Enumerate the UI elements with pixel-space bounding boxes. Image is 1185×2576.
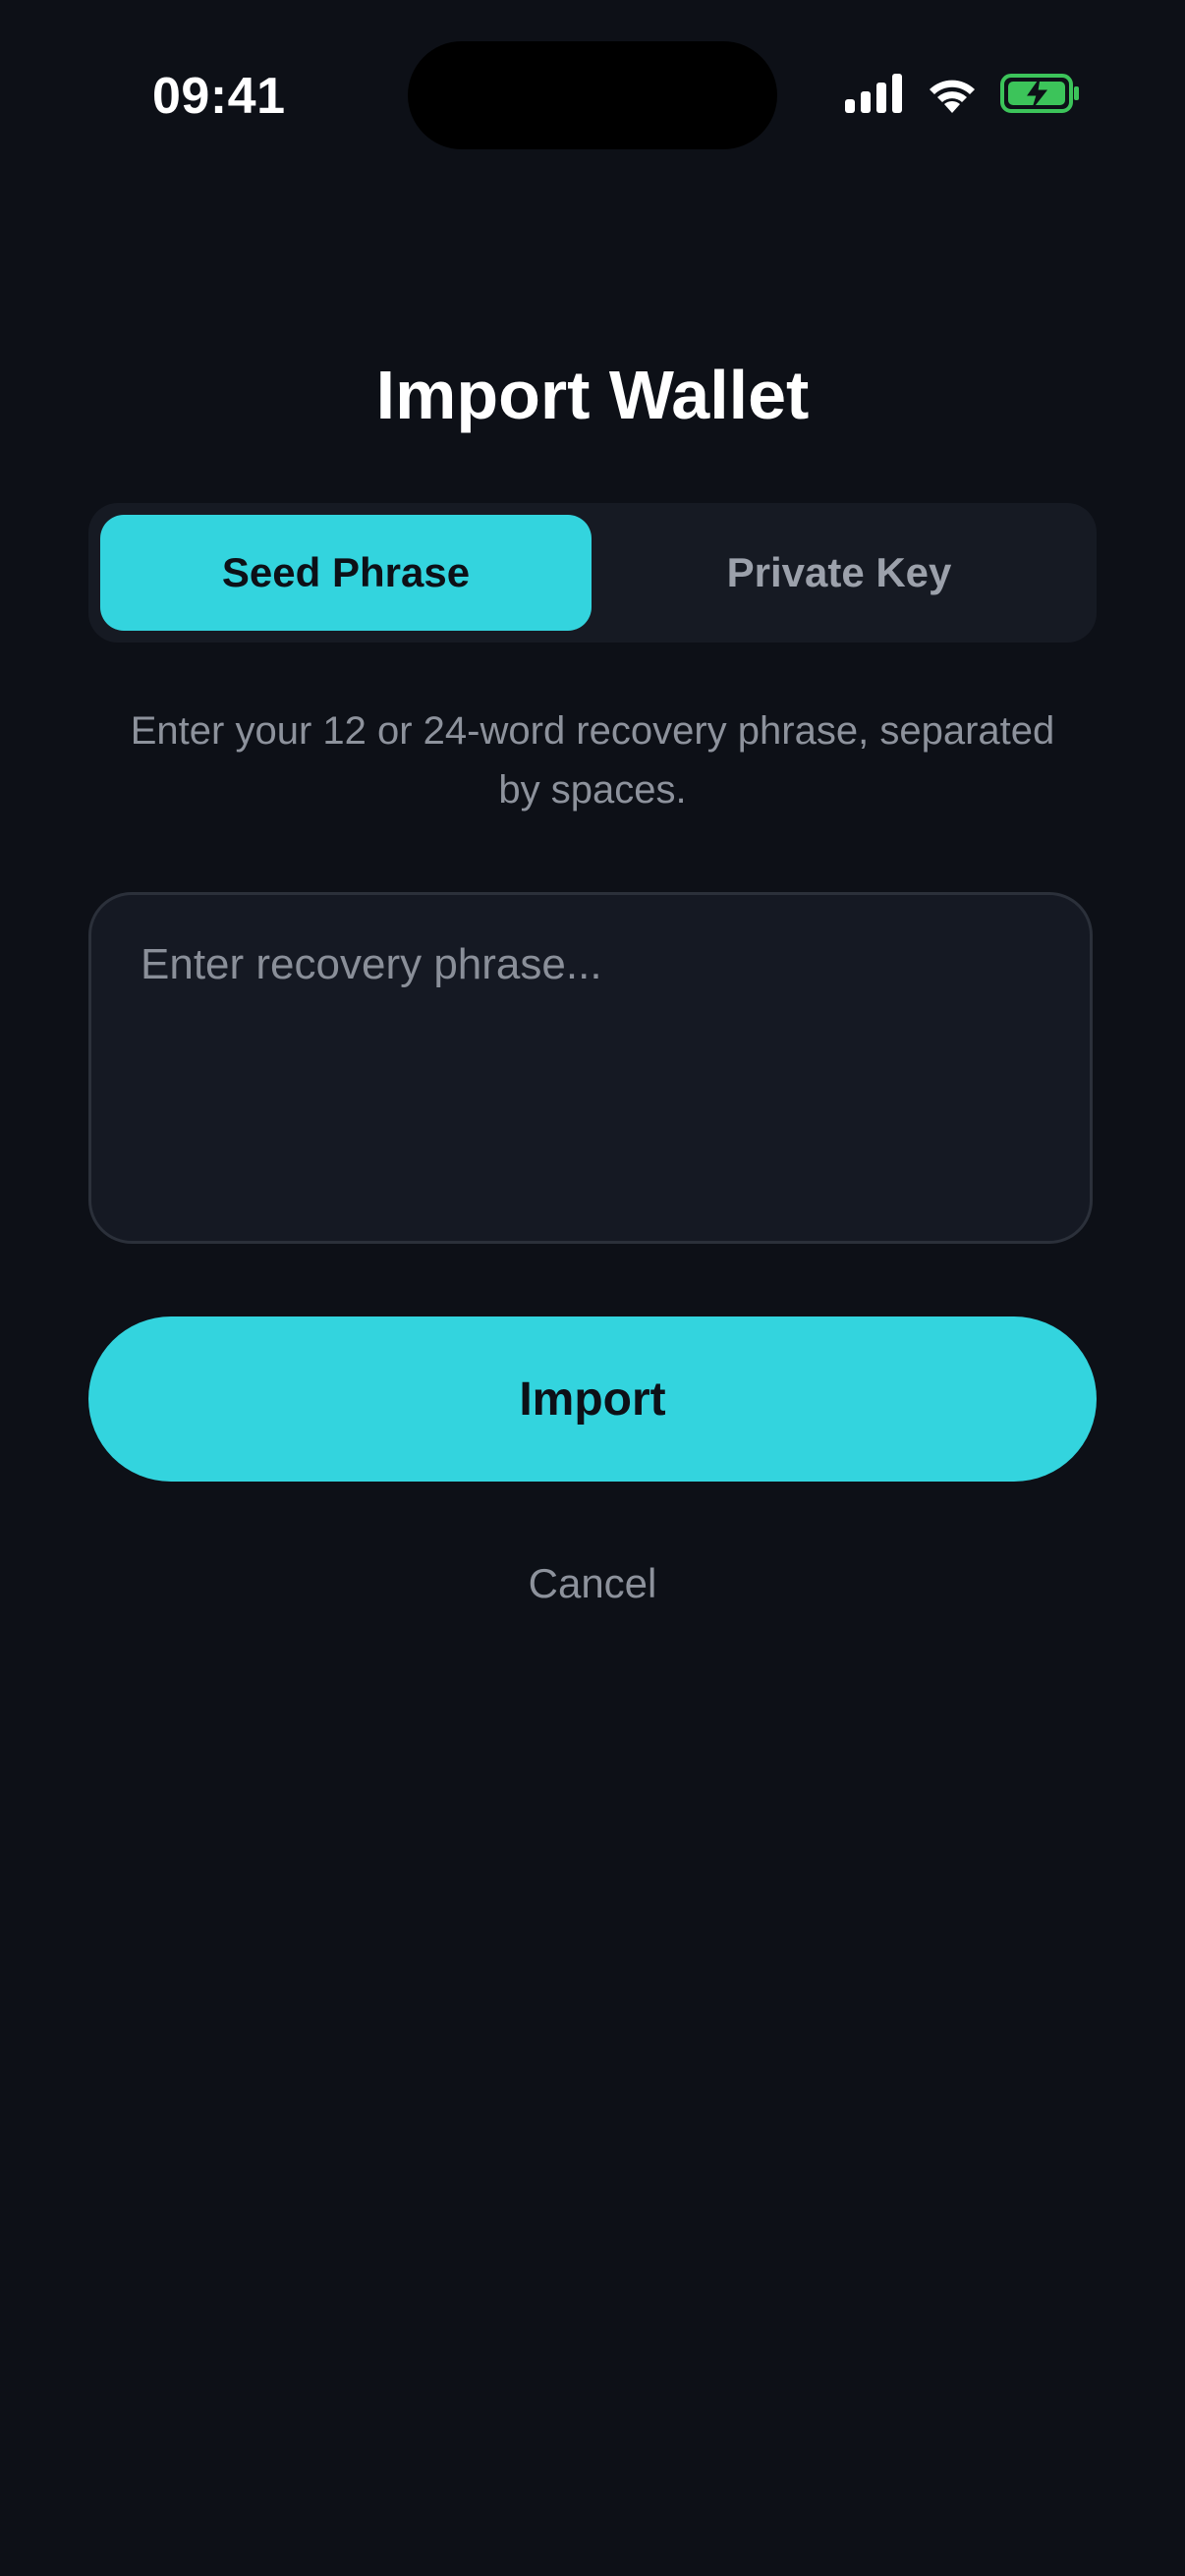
dynamic-island [408, 41, 777, 149]
import-button[interactable]: Import [88, 1316, 1097, 1482]
import-wallet-screen: 09:41 Import Wallet Seed Phrase Private … [0, 0, 1185, 2576]
status-icons [845, 71, 1081, 120]
cancel-button[interactable]: Cancel [0, 1560, 1185, 1607]
instruction-text: Enter your 12 or 24-word recovery phrase… [130, 709, 1055, 812]
wifi-icon [926, 74, 979, 118]
import-method-tabs: Seed Phrase Private Key [88, 503, 1097, 643]
cellular-signal-icon [845, 73, 904, 118]
status-time: 09:41 [152, 68, 286, 125]
tab-seed-phrase[interactable]: Seed Phrase [100, 515, 592, 631]
recovery-phrase-input[interactable] [88, 892, 1093, 1244]
page-title: Import Wallet [375, 357, 810, 433]
tab-private-key[interactable]: Private Key [593, 515, 1085, 631]
battery-charging-icon [1000, 73, 1081, 119]
